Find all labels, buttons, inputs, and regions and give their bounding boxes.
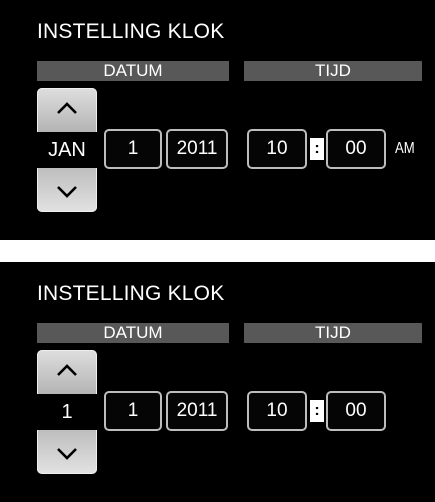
day-field[interactable]: 1 bbox=[104, 391, 162, 431]
spinner-down-button[interactable] bbox=[37, 436, 97, 472]
date-header: DATUM bbox=[37, 323, 229, 343]
spinner-value-month: 1 bbox=[37, 394, 97, 430]
time-header: TIJD bbox=[244, 61, 422, 81]
hour-field[interactable]: 10 bbox=[247, 391, 307, 431]
hour-field[interactable]: 10 bbox=[247, 129, 307, 169]
chevron-up-icon bbox=[57, 364, 77, 376]
year-field[interactable]: 2011 bbox=[166, 129, 228, 169]
minute-field[interactable]: 00 bbox=[326, 129, 386, 169]
month-spinner: 1 bbox=[37, 350, 97, 474]
month-spinner: JAN bbox=[37, 88, 97, 212]
spinner-value-month: JAN bbox=[37, 132, 97, 168]
spinner-up-button[interactable] bbox=[37, 90, 97, 126]
time-separator: : bbox=[310, 138, 324, 160]
time-header: TIJD bbox=[244, 323, 422, 343]
chevron-down-icon bbox=[57, 186, 77, 198]
chevron-up-icon bbox=[57, 102, 77, 114]
spinner-up-button[interactable] bbox=[37, 352, 97, 388]
clock-setting-screen-1: INSTELLING KLOK DATUM TIJD JAN 1 2011 10… bbox=[0, 0, 435, 240]
day-field[interactable]: 1 bbox=[104, 129, 162, 169]
chevron-down-icon bbox=[57, 448, 77, 460]
screen-title: INSTELLING KLOK bbox=[37, 282, 225, 305]
am-pm-indicator: AM bbox=[395, 140, 415, 157]
minute-field[interactable]: 00 bbox=[326, 391, 386, 431]
date-header: DATUM bbox=[37, 61, 229, 81]
screen-title: INSTELLING KLOK bbox=[37, 20, 225, 43]
year-field[interactable]: 2011 bbox=[166, 391, 228, 431]
spinner-down-button[interactable] bbox=[37, 174, 97, 210]
clock-setting-screen-2: INSTELLING KLOK DATUM TIJD 1 1 2011 10 :… bbox=[0, 262, 435, 502]
time-separator: : bbox=[310, 400, 324, 422]
